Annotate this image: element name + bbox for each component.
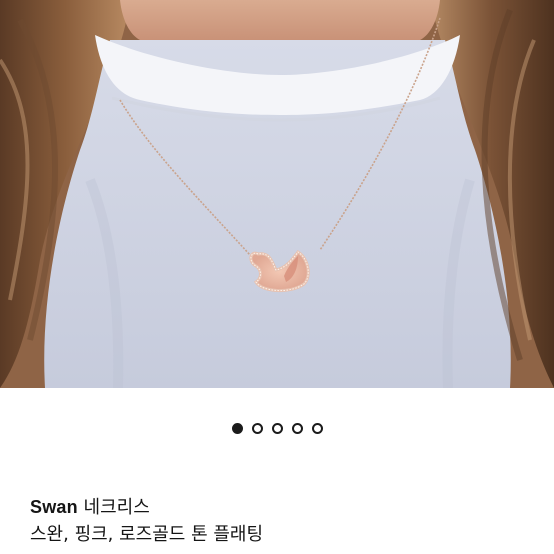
product-image[interactable] bbox=[0, 0, 554, 388]
product-name: 네크리스 bbox=[77, 497, 150, 518]
carousel-indicator bbox=[0, 423, 554, 434]
product-page: Swan 네크리스 스완, 핑크, 로즈골드 톤 플래팅 bbox=[0, 0, 554, 554]
product-photo bbox=[0, 0, 554, 388]
product-subtitle: 스완, 핑크, 로즈골드 톤 플래팅 bbox=[30, 524, 264, 545]
carousel-dot-5[interactable] bbox=[311, 423, 323, 434]
carousel-dot-3[interactable] bbox=[271, 423, 283, 434]
carousel-dot-4[interactable] bbox=[291, 423, 303, 434]
product-title: Swan 네크리스 bbox=[30, 495, 150, 520]
product-brand: Swan bbox=[30, 497, 78, 517]
carousel-dot-1[interactable] bbox=[231, 423, 243, 434]
carousel-dot-2[interactable] bbox=[251, 423, 263, 434]
